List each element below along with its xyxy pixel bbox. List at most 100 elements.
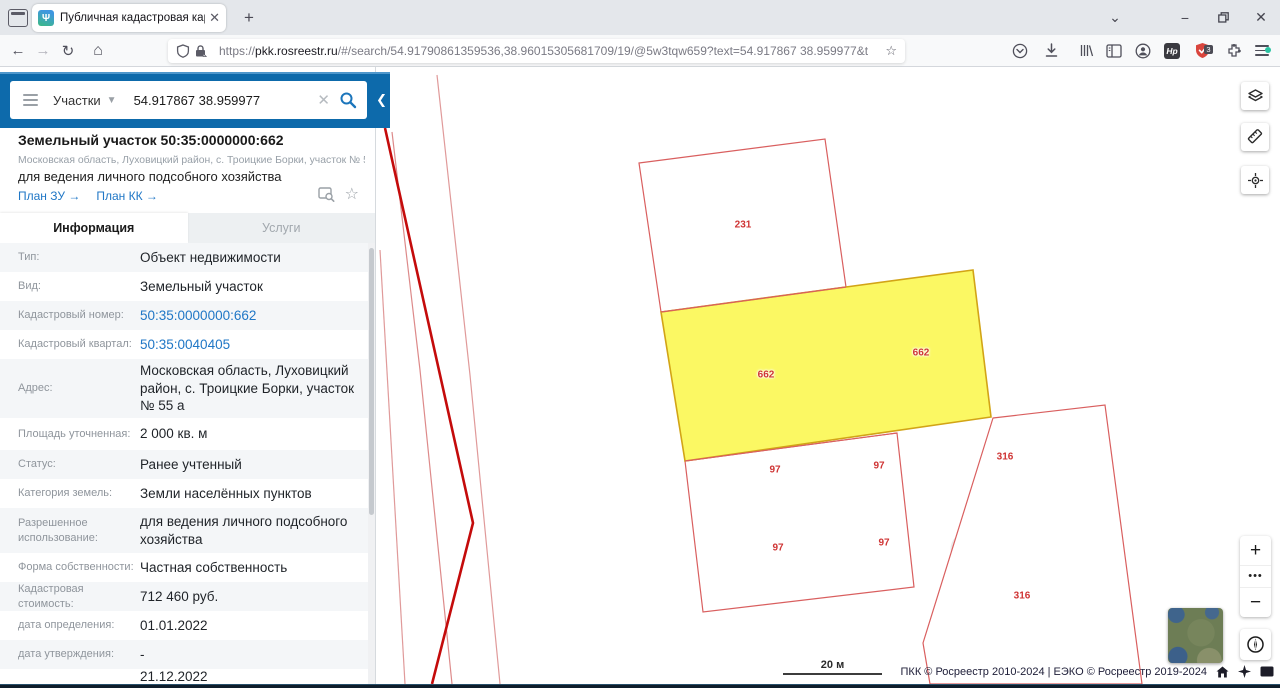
overview-minimap[interactable] [1168,608,1223,663]
url-bar[interactable]: https://pkk.rosreestr.ru/#/search/54.917… [168,39,905,63]
zoom-levels-button[interactable]: ••• [1240,565,1271,588]
info-row-label: Кадастровый номер: [18,308,140,323]
hp-extension-icon[interactable]: Hp [1160,35,1184,66]
scrollbar-thumb[interactable] [369,248,374,515]
info-row-value-link[interactable]: 50:35:0040405 [140,336,356,354]
info-row-label: Категория земель: [18,486,140,501]
firefox-view-icon[interactable] [8,9,28,27]
clear-search-icon[interactable]: ✕ [317,91,330,109]
menu-notification-dot [1265,47,1271,53]
boundary-line [380,250,405,684]
map-canvas[interactable]: циан 23166266297979797316316 [376,67,1280,684]
info-row: Вид:Земельный участок [0,272,368,301]
info-row: Форма собственности:Частная собственност… [0,553,368,582]
tab-close-icon[interactable]: ✕ [209,10,220,26]
list-tabs-icon[interactable]: ⌄ [1100,0,1130,35]
browser-window: Ψ Публичная кадастровая карта ✕ + ⌄ − ✕ … [0,0,1280,688]
info-row: 21.12.2022 [0,669,368,684]
info-row: Кадастровая стоимость:712 460 руб. [0,582,368,611]
site-favicon-icon: Ψ [38,10,54,26]
preview-document-icon[interactable] [318,187,335,202]
info-row: Площадь уточненная:2 000 кв. м [0,418,368,450]
info-row: Разрешенное использование:для ведения ли… [0,508,368,553]
home-extent-icon[interactable] [1216,666,1229,678]
tracking-shield-icon[interactable] [176,44,190,58]
info-row-label: Разрешенное использование: [18,516,140,546]
forward-icon[interactable]: → [31,35,55,66]
panel-scrollbar[interactable] [368,243,375,684]
parcel-number-label: 231 [735,220,752,231]
browser-tab[interactable]: Ψ Публичная кадастровая карта ✕ [32,4,226,32]
parcel-number-label: 97 [772,543,783,554]
info-row-label: дата утверждения: [18,647,140,662]
collapse-panel-icon[interactable]: ❮ [376,92,387,108]
info-row: Кадастровый квартал:50:35:0040405 [0,330,368,359]
info-row-label: Форма собственности: [18,560,140,575]
info-row-value: Частная собственность [140,559,356,577]
new-tab-button[interactable]: + [236,5,262,31]
parcel-number-label: 97 [873,461,884,472]
layers-button[interactable] [1241,82,1269,110]
boundary-line [437,75,500,684]
bookmark-star-icon[interactable]: ☆ [885,43,897,59]
menu-hamburger-icon[interactable] [23,99,38,101]
my-location-icon[interactable] [1238,665,1251,678]
sidebar-icon[interactable] [1102,35,1126,66]
locate-compass-button[interactable] [1240,629,1271,660]
library-icon[interactable] [1074,35,1098,66]
plan-kk-link[interactable]: План КК → [96,189,158,203]
info-row-label: дата определения: [18,618,140,633]
parcel-316[interactable] [923,405,1142,684]
info-row: Кадастровый номер:50:35:0000000:662 [0,301,368,330]
parcel-title: Земельный участок 50:35:0000000:662 [18,132,284,148]
chevron-down-icon[interactable]: ▼ [107,95,117,106]
info-row: Статус:Ранее учтенный [0,450,368,479]
parcel-address-subtitle: Московская область, Луховицкий район, с.… [18,155,365,166]
info-row-label: Кадастровая стоимость: [18,582,140,611]
scale-bar: 20 м [783,659,882,675]
parcel-number-label: 316 [1014,591,1031,602]
adblock-shield-icon[interactable]: 3 [1190,35,1214,66]
downloads-icon[interactable] [1039,35,1063,66]
info-row: дата определения:01.01.2022 [0,611,368,640]
zoom-in-button[interactable]: + [1240,536,1271,565]
lock-icon[interactable] [194,44,207,58]
url-text: https://pkk.rosreestr.ru/#/search/54.917… [219,44,879,58]
search-query-text[interactable]: 54.917867 38.959977 [134,93,318,108]
info-row-value-link[interactable]: 50:35:0000000:662 [140,307,356,325]
tab-services[interactable]: Услуги [188,213,376,243]
favorite-star-icon[interactable]: ☆ [345,187,359,202]
zoom-out-button[interactable]: − [1240,588,1271,617]
menu-icon[interactable] [1250,35,1274,66]
fullscreen-icon[interactable] [1260,666,1274,677]
reload-icon[interactable]: ↻ [56,35,80,66]
minimize-icon[interactable]: − [1170,0,1200,35]
result-action-icons: ☆ [318,187,359,202]
info-row-label: Статус: [18,457,140,472]
boundary-line [392,132,452,684]
search-submit-icon[interactable] [339,91,357,109]
map-attribution: ПКК © Росреестр 2010-2024 | ЕЭКО © Росре… [901,665,1275,678]
account-icon[interactable] [1131,35,1155,66]
measure-ruler-button[interactable] [1241,123,1269,151]
info-row-value: 21.12.2022 [140,669,356,684]
info-row-value: 01.01.2022 [140,617,356,635]
parcel-number-label: 662 [913,348,930,359]
panel-tabs: Информация Услуги [0,213,375,243]
extensions-puzzle-icon[interactable] [1222,35,1246,66]
attribution-text: ПКК © Росреестр 2010-2024 | ЕЭКО © Росре… [901,666,1208,678]
back-icon[interactable]: ← [6,35,30,66]
search-input[interactable]: Участки ▼ 54.917867 38.959977 ✕ [10,81,367,119]
restore-icon[interactable] [1208,0,1238,35]
target-coordinates-button[interactable] [1241,166,1269,194]
tab-information[interactable]: Информация [0,213,188,243]
pocket-icon[interactable] [1008,35,1032,66]
plan-zu-link[interactable]: План ЗУ → [18,189,80,203]
close-window-icon[interactable]: ✕ [1246,0,1276,35]
info-panel: Участки ▼ 54.917867 38.959977 ✕ ❮ Земель… [0,67,376,684]
home-icon[interactable]: ⌂ [86,35,110,66]
plan-links: План ЗУ → План КК → [18,189,158,203]
search-category-select[interactable]: Участки [53,93,101,108]
info-row-label: Площадь уточненная: [18,427,140,442]
bottom-edge [0,684,1280,688]
